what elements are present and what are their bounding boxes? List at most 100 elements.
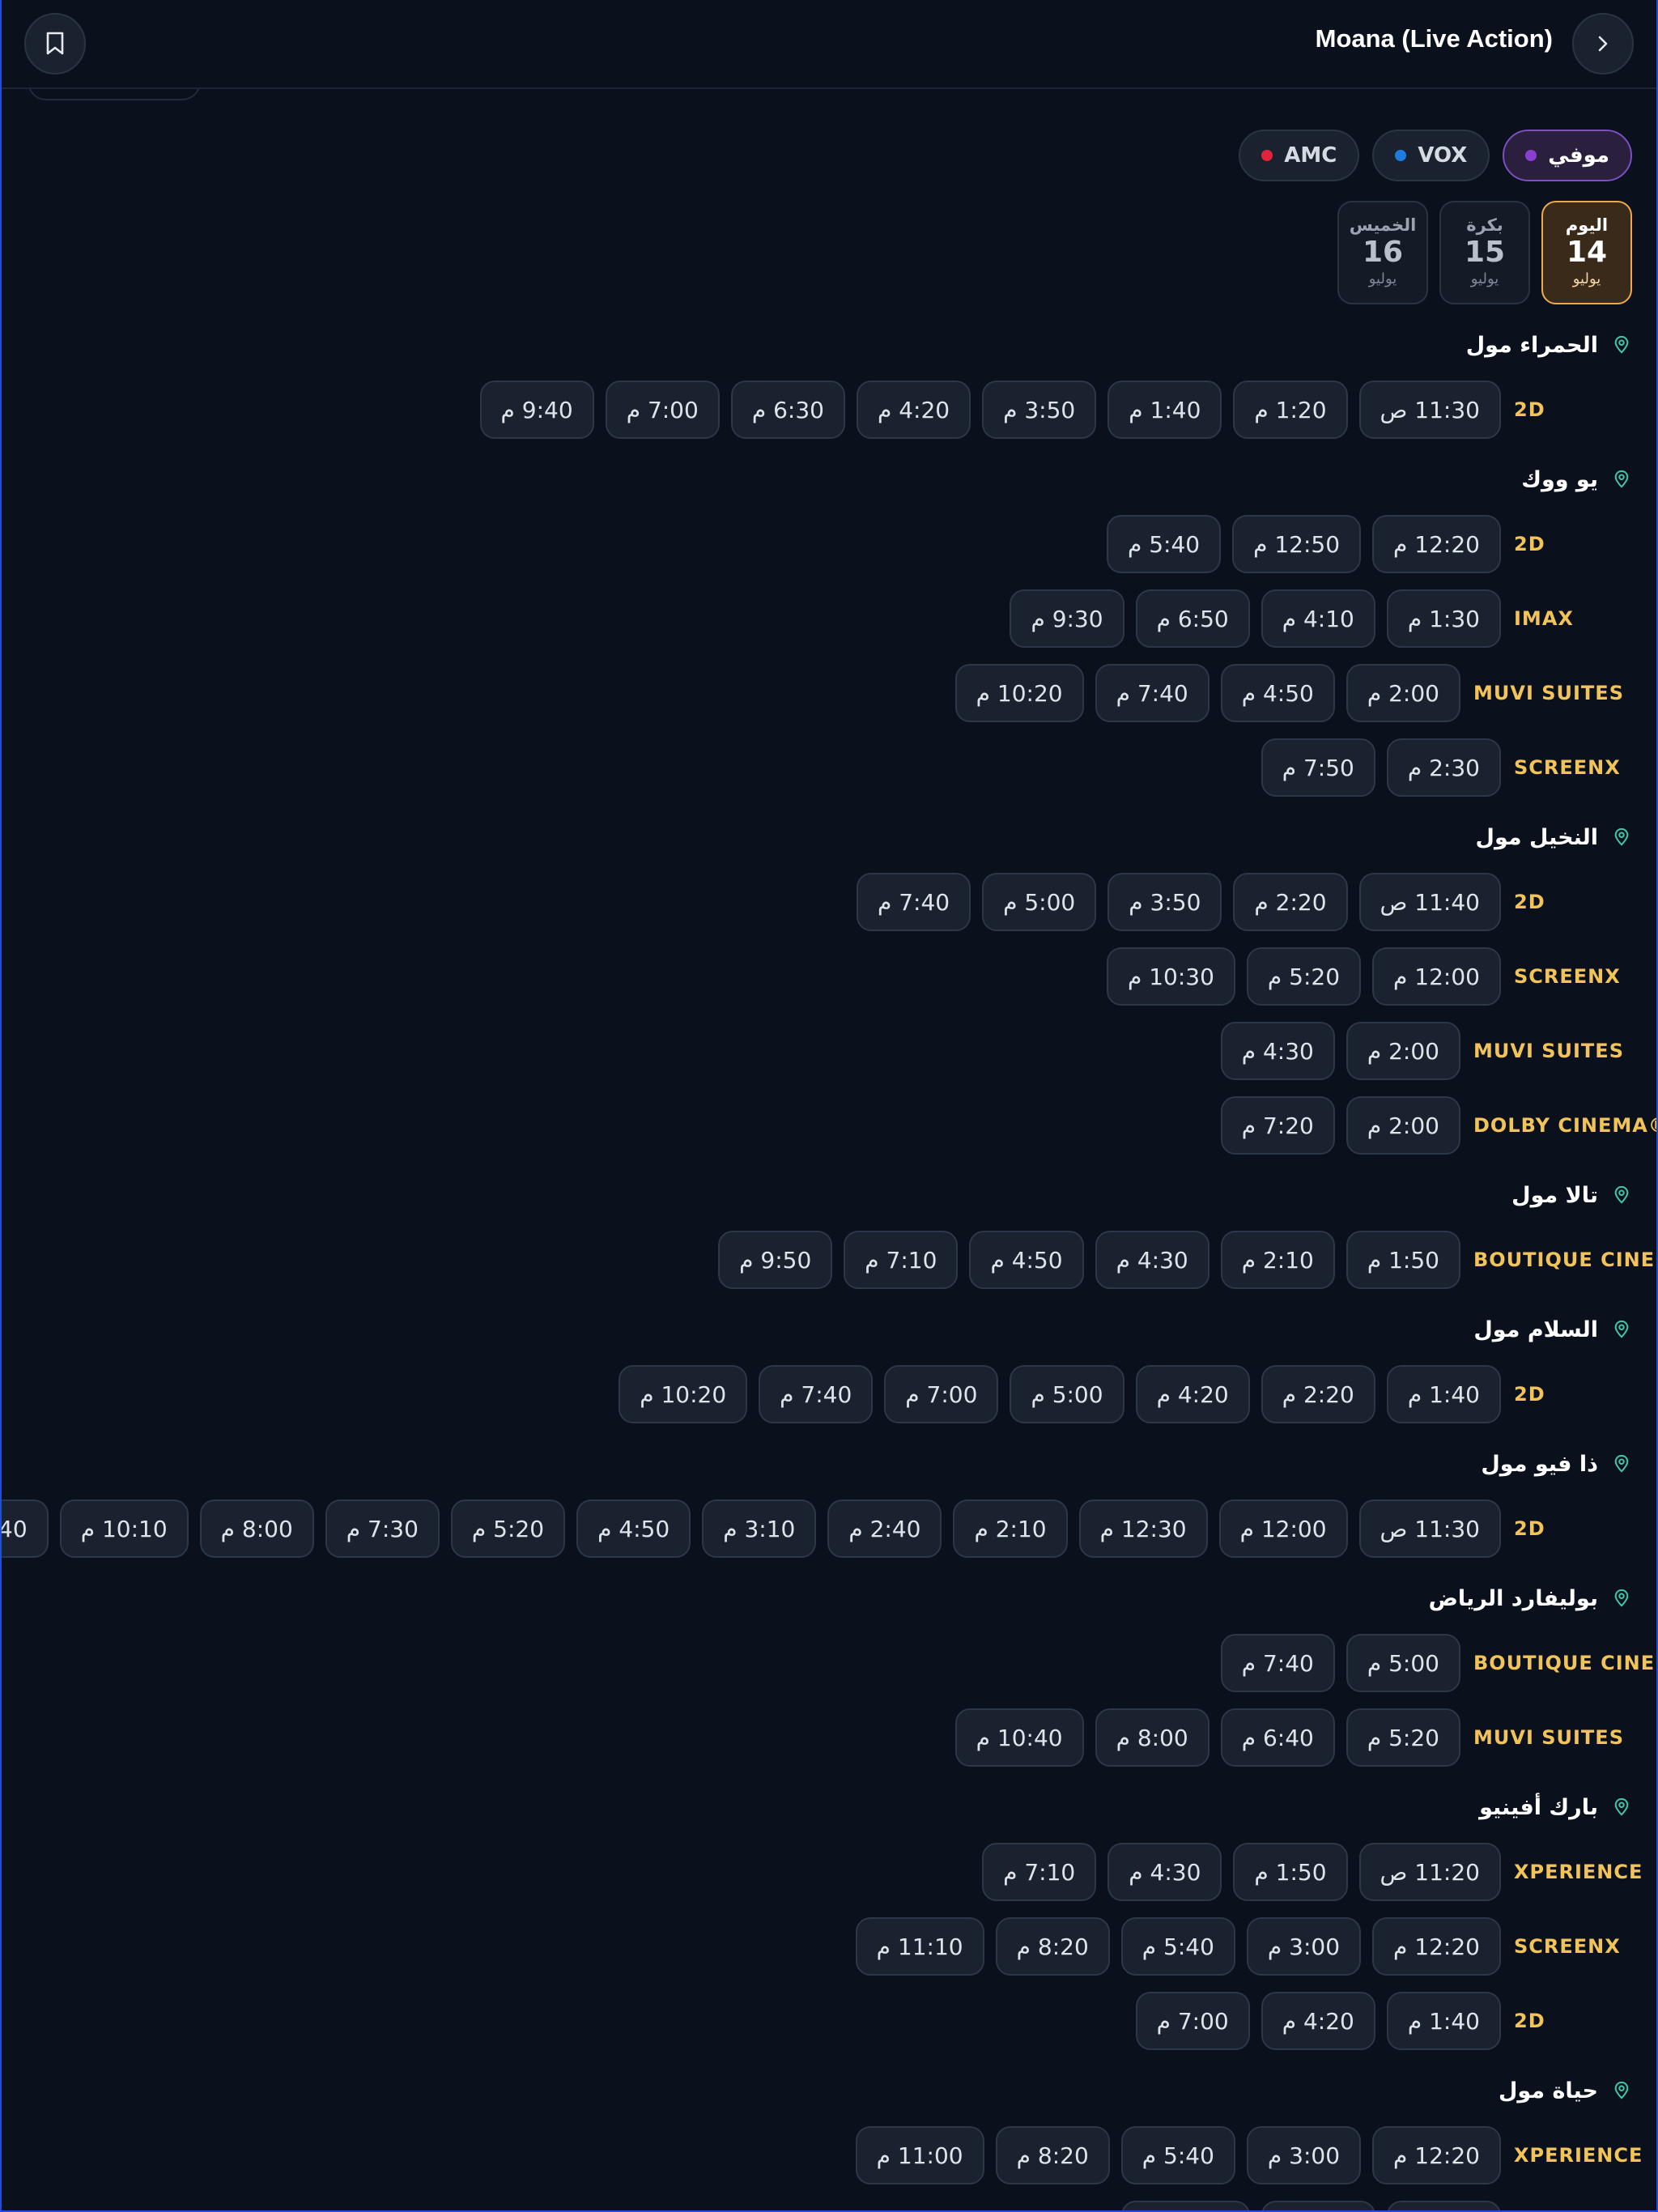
showtime-list: 1:50 م 2:10 م 4:30 م 4:50 م 7:10 م 9:50 م: [718, 1231, 1460, 1289]
showtime-button[interactable]: 5:00 م: [1346, 1634, 1460, 1692]
showtime-button[interactable]: 4:20 م: [1135, 1365, 1250, 1423]
showtime-button[interactable]: 12:20 م: [1372, 1917, 1501, 1976]
showtime-button[interactable]: 7:10 م: [982, 1843, 1097, 1901]
showtime-button[interactable]: 7:10 م: [844, 1231, 959, 1289]
showtime-button[interactable]: 6:30 م: [730, 381, 845, 439]
showtime-button[interactable]: 10:40 م: [2, 1499, 49, 1558]
showtime-button[interactable]: 7:40 م: [856, 873, 971, 931]
showtime-button[interactable]: 5:40 م: [1120, 2126, 1235, 2184]
showtime-button[interactable]: 6:30 م: [1261, 2201, 1375, 2210]
showtime-button[interactable]: 3:00 م: [1246, 1917, 1362, 1976]
showtime-button[interactable]: 9:50 م: [718, 1231, 833, 1289]
showtime-button[interactable]: 2:10 م: [1220, 1231, 1335, 1289]
showtime-button[interactable]: 4:50 م: [1220, 664, 1335, 722]
showtime-button[interactable]: 1:30 م: [1386, 589, 1501, 648]
showtime-button[interactable]: 4:20 م: [1261, 1992, 1375, 2050]
showtime-button[interactable]: 4:30 م: [1220, 1022, 1335, 1080]
showtime-button[interactable]: 5:00 م: [982, 873, 1097, 931]
showtime-button[interactable]: 7:00 م: [1135, 1992, 1250, 2050]
brand-filter-pill[interactable]: AMC: [1239, 130, 1360, 181]
format-row: 2D 12:20 م 12:50 م 5:40 م: [2, 515, 1632, 573]
showtime-button[interactable]: 5:20 م: [1246, 947, 1362, 1006]
bookmark-button[interactable]: [24, 13, 86, 74]
showtime-button[interactable]: 4:50 م: [576, 1499, 691, 1558]
showtime-button[interactable]: 12:00 م: [1372, 947, 1501, 1006]
showtime-button[interactable]: 3:50 م: [1107, 873, 1222, 931]
showtime-button[interactable]: 10:20 م: [954, 664, 1084, 722]
showtime-button[interactable]: 4:30 م: [1095, 1231, 1209, 1289]
showtime-button[interactable]: 11:00 م: [855, 2126, 984, 2184]
showtime-button[interactable]: 11:50 م: [1120, 2201, 1250, 2210]
showtime-button[interactable]: 2:20 م: [1261, 1365, 1375, 1423]
showtime-list: 1:30 م 4:10 م 6:50 م 9:30 م: [1010, 589, 1501, 648]
showtime-button[interactable]: 10:30 م: [1106, 947, 1235, 1006]
showtime-button[interactable]: 2:00 م: [1346, 664, 1460, 722]
showtime-button[interactable]: 11:40 ص: [1358, 873, 1501, 931]
cinema-name-label: النخيل مول: [1475, 824, 1598, 850]
showtime-button[interactable]: 7:40 م: [1220, 1634, 1335, 1692]
showtime-button[interactable]: 7:30 م: [325, 1499, 440, 1558]
showtime-button[interactable]: 5:20 م: [450, 1499, 566, 1558]
showtime-button[interactable]: 10:40 م: [954, 1708, 1084, 1767]
showtime-button[interactable]: 3:50 م: [982, 381, 1097, 439]
date-option[interactable]: اليوم 14 يوليو: [1541, 201, 1632, 304]
showtime-button[interactable]: 4:20 م: [856, 381, 971, 439]
showtime-button[interactable]: 2:10 م: [953, 1499, 1068, 1558]
showtime-button[interactable]: 2:30 م: [1386, 738, 1501, 797]
brand-filter-label: VOX: [1418, 143, 1468, 168]
brand-filter-pill[interactable]: موفي: [1503, 130, 1632, 181]
showtime-button[interactable]: 8:00 م: [199, 1499, 314, 1558]
cinema-name-label: ذا فيو مول: [1481, 1451, 1598, 1477]
showtime-button[interactable]: 2:40 م: [827, 1499, 942, 1558]
showtime-button[interactable]: 4:50 م: [969, 1231, 1084, 1289]
showtime-button[interactable]: 8:20 م: [995, 2126, 1110, 2184]
showtime-button[interactable]: 4:30 م: [1107, 1843, 1222, 1901]
showtime-button[interactable]: 1:40 م: [1386, 1992, 1501, 2050]
showtime-button[interactable]: 11:10 م: [855, 1917, 984, 1976]
showtime-button[interactable]: 12:20 م: [1372, 2126, 1501, 2184]
showtime-button[interactable]: 4:10 م: [1261, 589, 1375, 648]
showtime-button[interactable]: 2:00 م: [1346, 1022, 1460, 1080]
showtime-button[interactable]: 5:40 م: [1106, 515, 1222, 573]
showtime-button[interactable]: 10:10 م: [59, 1499, 189, 1558]
showtime-button[interactable]: 6:50 م: [1135, 589, 1250, 648]
showtime-button[interactable]: 7:00 م: [884, 1365, 999, 1423]
showtime-button[interactable]: 1:20 م: [1233, 381, 1348, 439]
showtime-button[interactable]: 7:40 م: [759, 1365, 874, 1423]
showtime-button[interactable]: 11:20 ص: [1358, 1843, 1501, 1901]
showtime-button[interactable]: 1:50 م: [1233, 1843, 1348, 1901]
brand-filter-pill[interactable]: VOX: [1372, 130, 1490, 181]
showtime-button[interactable]: 11:30 ص: [1358, 381, 1501, 439]
showtime-button[interactable]: 5:40 م: [1120, 1917, 1235, 1976]
date-weekday: الخميس: [1349, 215, 1417, 235]
showtime-button[interactable]: 12:50 م: [1232, 515, 1362, 573]
showtime-button[interactable]: 9:40 م: [479, 381, 594, 439]
showtime-button[interactable]: 8:00 م: [1095, 1708, 1209, 1767]
showtime-button[interactable]: 2:00 م: [1346, 1096, 1460, 1155]
showtime-button[interactable]: 5:20 م: [1346, 1708, 1460, 1767]
showtime-button[interactable]: 6:40 م: [1220, 1708, 1335, 1767]
next-button[interactable]: [1572, 13, 1634, 74]
showtime-button[interactable]: 7:50 م: [1261, 738, 1375, 797]
showtime-button[interactable]: 1:20 م: [1386, 2201, 1501, 2210]
date-option[interactable]: بكرة 15 يوليو: [1439, 201, 1530, 304]
showtime-button[interactable]: 1:40 م: [1386, 1365, 1501, 1423]
date-option[interactable]: الخميس 16 يوليو: [1337, 201, 1428, 304]
showtime-button[interactable]: 12:20 م: [1372, 515, 1501, 573]
showtime-button[interactable]: 8:20 م: [995, 1917, 1110, 1976]
showtime-button[interactable]: 2:20 م: [1233, 873, 1348, 931]
showtime-button[interactable]: 1:50 م: [1346, 1231, 1460, 1289]
showtime-button[interactable]: 7:00 م: [605, 381, 720, 439]
showtime-button[interactable]: 10:20 م: [619, 1365, 748, 1423]
showtime-button[interactable]: 3:00 م: [1246, 2126, 1362, 2184]
showtime-button[interactable]: 9:30 م: [1010, 589, 1124, 648]
format-label: MUVI SUITES: [1473, 682, 1624, 704]
showtime-button[interactable]: 5:00 م: [1010, 1365, 1124, 1423]
showtime-button[interactable]: 12:00 م: [1218, 1499, 1348, 1558]
showtime-button[interactable]: 11:30 ص: [1358, 1499, 1501, 1558]
showtime-button[interactable]: 12:30 م: [1078, 1499, 1208, 1558]
showtime-button[interactable]: 7:40 م: [1095, 664, 1209, 722]
showtime-button[interactable]: 7:20 م: [1220, 1096, 1335, 1155]
showtime-button[interactable]: 1:40 م: [1107, 381, 1222, 439]
showtime-button[interactable]: 3:10 م: [702, 1499, 817, 1558]
